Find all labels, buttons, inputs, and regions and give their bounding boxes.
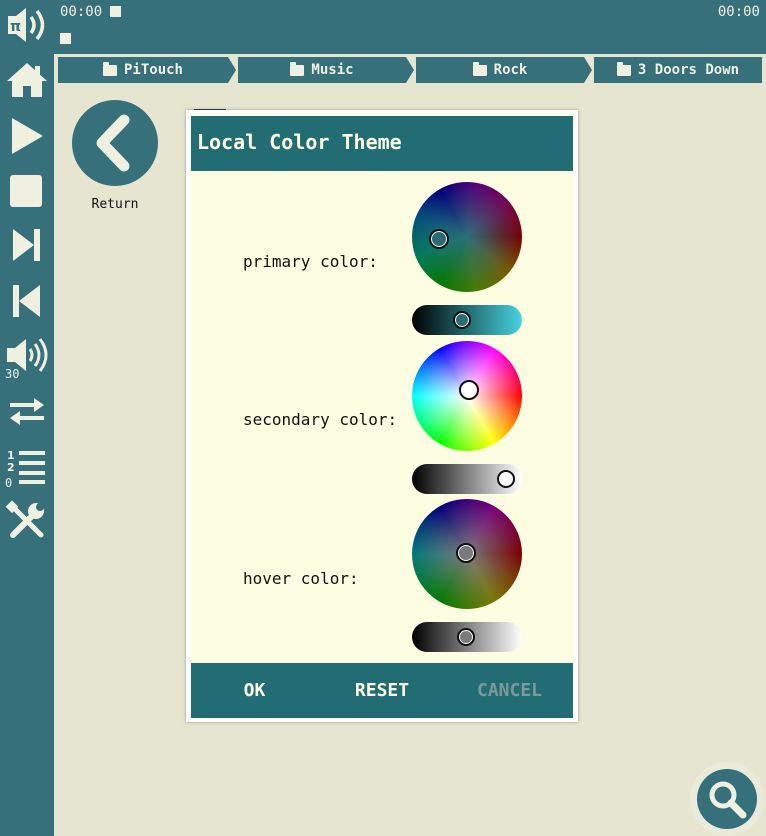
primary-color-wheel[interactable] [412, 182, 522, 292]
hover-brightness-slider[interactable] [412, 622, 522, 652]
reset-button[interactable]: RESET [318, 663, 446, 718]
status-bar: 00:00 00:00 [0, 0, 766, 54]
total-time: 00:00 [717, 4, 760, 20]
hover-color-picker-handle[interactable] [456, 543, 476, 563]
breadcrumb-label: Rock [493, 62, 528, 78]
return-button[interactable] [72, 100, 158, 186]
breadcrumb-label: 3 Doors Down [637, 62, 740, 78]
stop-indicator-icon [110, 6, 121, 17]
hover-color-wheel[interactable] [412, 499, 522, 609]
sidebar: π 30 1 2 0 [0, 0, 54, 836]
primary-color-label: primary color: [243, 252, 378, 271]
breadcrumb-item-pitouch[interactable]: PiTouch [58, 57, 228, 83]
elapsed-time: 00:00 [60, 4, 103, 20]
secondary-color-wheel[interactable] [412, 341, 522, 451]
dialog-title: Local Color Theme [191, 116, 573, 171]
play-icon[interactable] [4, 113, 50, 159]
settings-tools-icon[interactable] [4, 498, 50, 544]
color-theme-dialog: Local Color Theme primary color: seconda… [186, 110, 578, 722]
breadcrumb-item-3-doors-down[interactable]: 3 Doors Down [594, 57, 762, 83]
volume-level: 30 [5, 367, 20, 381]
next-track-icon[interactable] [4, 222, 50, 268]
chevron-left-icon [96, 114, 130, 172]
dialog-button-bar: OK RESET CANCEL [191, 663, 573, 718]
folder-icon [102, 61, 117, 76]
folder-icon [472, 61, 487, 76]
playlist-count: 0 [5, 476, 13, 490]
logo-volume-icon[interactable]: π [4, 2, 50, 48]
secondary-color-picker-handle[interactable] [459, 380, 479, 400]
hover-color-label: hover color: [243, 569, 359, 588]
hover-brightness-handle[interactable] [457, 628, 475, 646]
repeat-icon[interactable] [4, 388, 50, 434]
breadcrumb-label: Music [311, 62, 354, 78]
cancel-button[interactable]: CANCEL [446, 663, 573, 718]
primary-brightness-handle[interactable] [453, 311, 471, 329]
stop-icon[interactable] [4, 168, 50, 214]
breadcrumb-label: PiTouch [123, 62, 183, 78]
secondary-color-label: secondary color: [243, 410, 398, 429]
open-folder-icon [616, 61, 631, 76]
ok-button[interactable]: OK [191, 663, 318, 718]
primary-color-picker-handle[interactable] [429, 229, 449, 249]
secondary-brightness-handle[interactable] [497, 470, 515, 488]
svg-text:π: π [10, 19, 21, 35]
breadcrumb: PiTouch Music Rock 3 Doors Down [58, 57, 762, 83]
secondary-brightness-slider[interactable] [412, 464, 522, 494]
folder-icon [290, 61, 305, 76]
home-icon[interactable] [4, 58, 50, 104]
state-indicator-icon [60, 33, 71, 44]
previous-track-icon[interactable] [4, 278, 50, 324]
svg-text:2: 2 [7, 461, 15, 474]
return-label: Return [91, 197, 139, 212]
search-icon [709, 781, 747, 819]
search-button[interactable] [690, 762, 764, 836]
breadcrumb-item-music[interactable]: Music [238, 57, 406, 83]
search-button-inner [697, 769, 757, 829]
breadcrumb-item-rock[interactable]: Rock [416, 57, 584, 83]
primary-brightness-slider[interactable] [412, 305, 522, 335]
